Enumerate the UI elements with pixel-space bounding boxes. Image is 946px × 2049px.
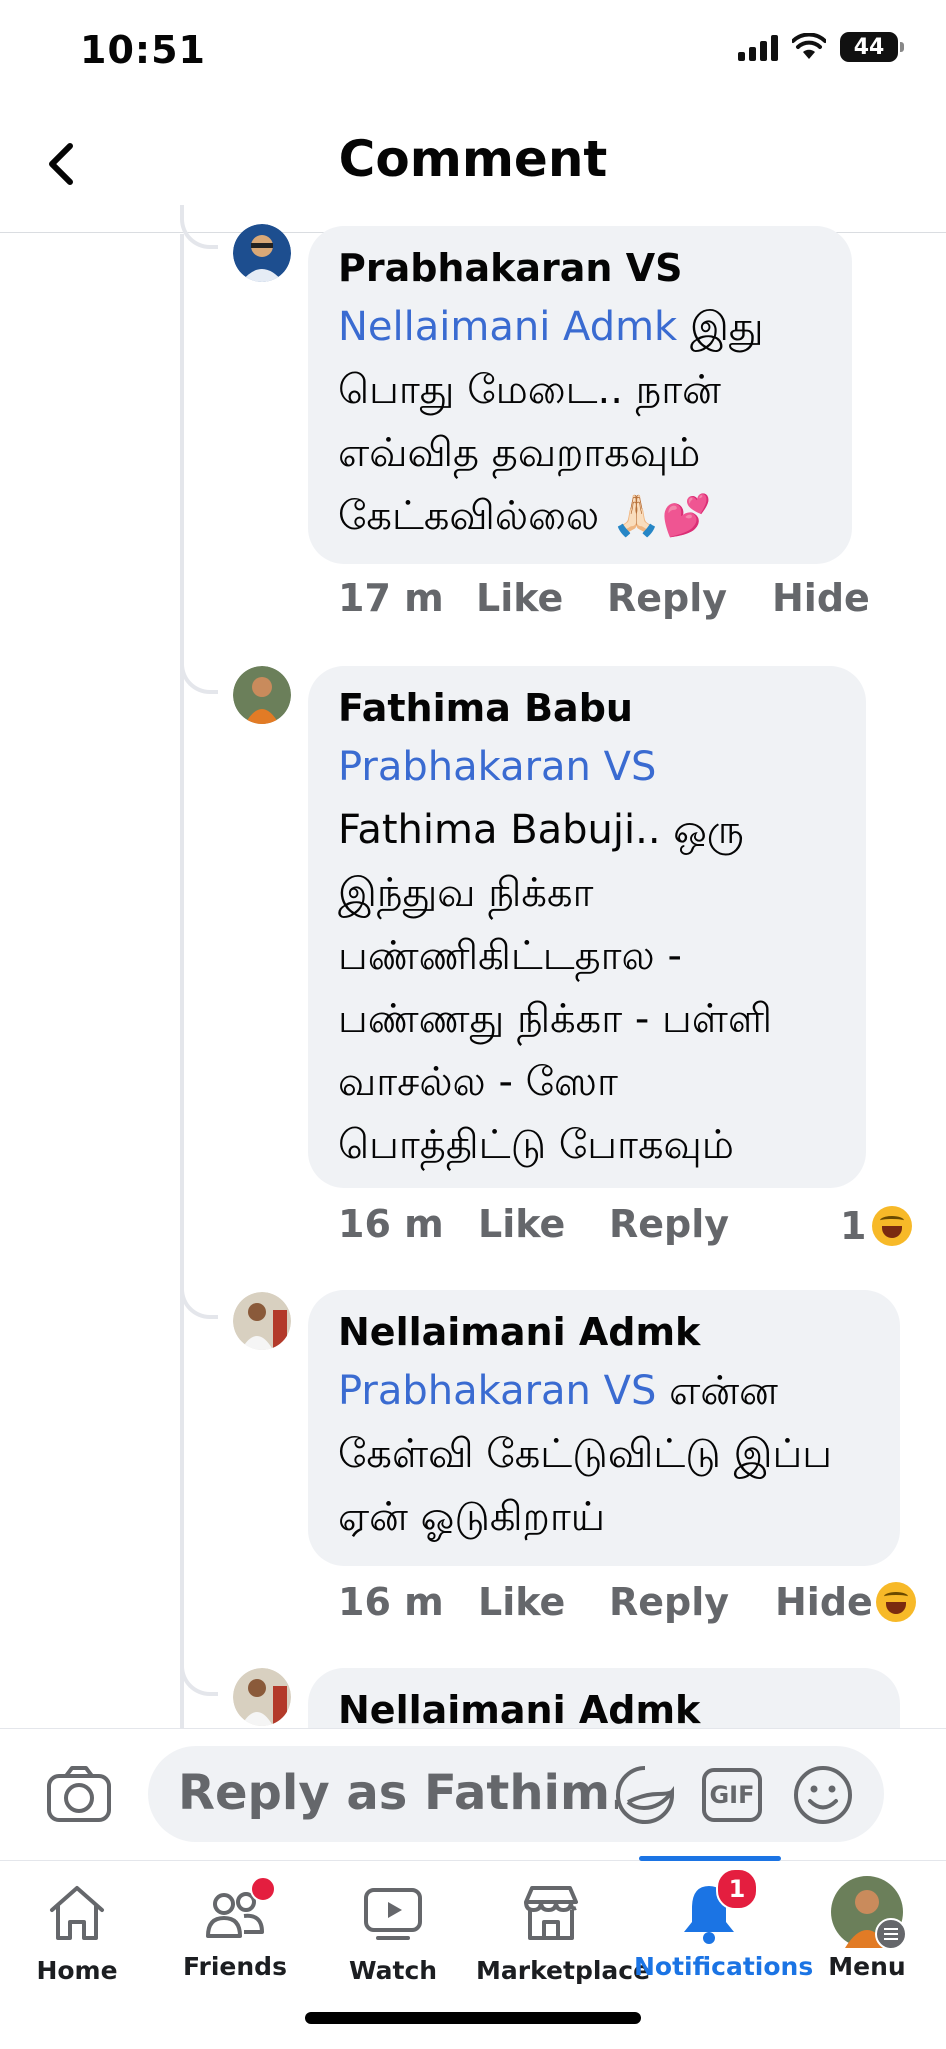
thread-connector	[180, 205, 218, 249]
thread-line	[180, 234, 184, 1734]
thread-connector	[180, 1275, 218, 1319]
tab-notifications[interactable]: 1 Notifications	[634, 1862, 814, 1981]
reply-placeholder[interactable]: Reply as Fathim...	[178, 1765, 618, 1821]
like-button[interactable]: Like	[476, 576, 563, 620]
comment-actions: 16 m Like Reply Hide	[0, 1580, 946, 1630]
status-time: 10:51	[80, 28, 206, 72]
signal-icon	[738, 33, 778, 61]
mention-link[interactable]: Prabhakaran VS	[338, 744, 656, 790]
haha-reaction-icon[interactable]	[876, 1582, 916, 1622]
active-tab-indicator	[639, 1856, 781, 1861]
tab-watch[interactable]: Watch	[318, 1862, 468, 1985]
watch-icon	[364, 1888, 422, 1940]
thread-connector	[180, 650, 218, 694]
notification-badge: 1	[716, 1868, 758, 1910]
emoji-icon[interactable]	[792, 1764, 854, 1826]
comment-text: Nellaimani Admk இது பொது மேடை.. நான் எவ்…	[338, 304, 764, 539]
like-button[interactable]: Like	[478, 1202, 565, 1246]
status-icons: 44	[738, 32, 904, 62]
comment-bubble: Prabhakaran VS Nellaimani Admk இது பொது …	[308, 226, 852, 564]
mention-link[interactable]: Prabhakaran VS	[338, 1368, 656, 1414]
comment-time: 16 m	[338, 1202, 444, 1246]
reply-button[interactable]: Reply	[609, 1202, 729, 1246]
sticker-icon[interactable]	[614, 1764, 676, 1826]
comment-actions: 16 m Like Reply	[0, 1202, 946, 1252]
tab-menu[interactable]: Menu	[792, 1862, 942, 1981]
page-title: Comment	[338, 130, 608, 188]
comment-time: 16 m	[338, 1580, 444, 1624]
marketplace-icon	[524, 1886, 578, 1940]
avatar[interactable]	[233, 666, 291, 724]
reply-button[interactable]: Reply	[607, 576, 727, 620]
avatar[interactable]	[233, 224, 291, 282]
comment-actions: 17 m Like Reply Hide	[0, 576, 946, 626]
hide-button[interactable]: Hide	[775, 1580, 873, 1624]
tab-marketplace[interactable]: Marketplace	[476, 1862, 651, 1985]
reaction-count: 1	[840, 1204, 867, 1248]
comment-bubble: Fathima Babu Prabhakaran VS Fathima Babu…	[308, 666, 866, 1188]
reply-button[interactable]: Reply	[609, 1580, 729, 1624]
avatar[interactable]	[233, 1668, 291, 1726]
hide-button[interactable]: Hide	[772, 576, 870, 620]
reaction-summary[interactable]: 1	[840, 1204, 913, 1248]
comment-author[interactable]: Fathima Babu	[338, 680, 836, 736]
like-button[interactable]: Like	[478, 1580, 565, 1624]
comment-text: Prabhakaran VS என்ன கேள்வி கேட்டுவிட்டு …	[338, 1368, 833, 1540]
tab-label: Home	[36, 1956, 118, 1985]
comment-author[interactable]: Prabhakaran VS	[338, 240, 822, 296]
tab-label: Friends	[183, 1952, 287, 1981]
tab-home[interactable]: Home	[2, 1862, 152, 1985]
home-indicator	[305, 2012, 641, 2024]
tab-label: Watch	[348, 1956, 438, 1985]
notification-dot	[250, 1876, 276, 1902]
menu-icon	[875, 1918, 907, 1950]
camera-icon[interactable]	[46, 1764, 112, 1824]
mention-link[interactable]: Nellaimani Admk	[338, 304, 677, 350]
home-icon	[50, 1886, 104, 1940]
tab-label: Notifications	[634, 1952, 814, 1981]
tab-label: Marketplace	[476, 1956, 651, 1985]
tab-label: Menu	[828, 1952, 906, 1981]
wifi-icon	[792, 33, 826, 59]
battery-icon: 44	[840, 32, 904, 62]
comment-bubble: Nellaimani Admk Prabhakaran VS என்ன கேள்…	[308, 1290, 900, 1566]
thread-connector	[180, 1652, 218, 1696]
comment-time: 17 m	[338, 576, 444, 620]
tab-friends[interactable]: Friends	[160, 1862, 310, 1981]
haha-reaction-icon	[872, 1206, 913, 1246]
avatar[interactable]	[233, 1292, 291, 1350]
comment-author[interactable]: Nellaimani Admk	[338, 1304, 870, 1360]
comment-text: Prabhakaran VS Fathima Babuji.. ஒரு இந்த…	[338, 744, 773, 1168]
gif-button[interactable]: GIF	[702, 1768, 762, 1822]
